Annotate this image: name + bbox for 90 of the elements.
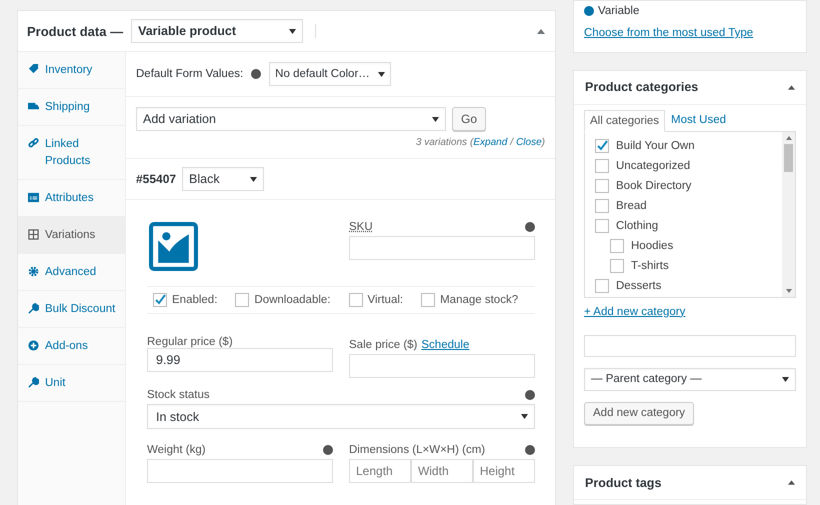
expand-link[interactable]: Expand [473, 137, 508, 148]
checkbox-label: Virtual: [368, 294, 404, 306]
color-select[interactable]: Black [182, 167, 264, 191]
category-label: Clothing [616, 220, 658, 232]
link-icon [28, 138, 39, 149]
sidebar-tab[interactable]: Linked Products [18, 126, 125, 180]
checkbox-label: Enabled: [172, 294, 218, 306]
caret-icon [521, 414, 528, 419]
weight-input[interactable] [147, 459, 333, 483]
dimension-input[interactable]: Width [410, 459, 473, 483]
field-label: Weight (kg) [147, 444, 206, 456]
field-label: Stock status [147, 389, 210, 401]
caret-icon [782, 376, 789, 382]
checkbox[interactable] [153, 293, 167, 307]
category-label: Uncategorized [616, 160, 690, 172]
category-tab[interactable]: Most Used [665, 108, 732, 131]
category-label: Book Directory [616, 180, 692, 192]
add-category-button[interactable]: Add new category [584, 402, 694, 425]
sidebar-tab[interactable]: Advanced [18, 254, 125, 291]
add-category-link[interactable]: + Add new category [584, 306, 686, 318]
field-label: Sale price ($) [349, 339, 418, 351]
caret-icon [432, 116, 439, 122]
checkbox[interactable] [421, 293, 436, 307]
caret-icon [378, 72, 386, 76]
sidebar-tab[interactable]: Add-ons [18, 328, 125, 365]
tag-icon [28, 64, 39, 75]
checkbox[interactable] [610, 238, 624, 253]
sale-price-input[interactable] [349, 354, 535, 378]
category-name-input[interactable] [584, 334, 796, 357]
checkbox-label: Manage stock? [440, 294, 518, 306]
caret-icon [289, 28, 296, 34]
radio-label: Variable [598, 5, 640, 17]
paren-text: ) [542, 137, 545, 148]
category-label: Desserts [616, 280, 662, 292]
sku-input[interactable] [349, 236, 535, 260]
gear-icon [28, 266, 39, 277]
dimension-input[interactable]: Height [472, 459, 535, 483]
field-label: Regular price ($) [147, 336, 234, 348]
checkbox[interactable] [595, 278, 609, 293]
checkbox[interactable] [595, 138, 609, 153]
category-label: Hoodies [631, 240, 674, 252]
default-color-select[interactable]: No default Color… [269, 62, 392, 86]
scrollbar[interactable] [782, 132, 795, 297]
table-icon [28, 192, 39, 203]
truck-icon [28, 101, 39, 112]
radio-icon[interactable] [584, 6, 594, 16]
close-link[interactable]: Close [516, 137, 542, 148]
checkbox[interactable] [595, 158, 609, 173]
checkbox[interactable] [595, 178, 609, 193]
sidebar-tab[interactable]: Shipping [18, 89, 125, 126]
stock-status-select[interactable]: In stock [147, 404, 535, 429]
checkbox[interactable] [595, 198, 609, 213]
sidebar-tab[interactable]: Bulk Discount [18, 291, 125, 328]
panel-title: Product data — [27, 24, 124, 38]
category-label: Build Your Own [616, 140, 695, 152]
sidebar-tab[interactable]: Unit [18, 365, 125, 402]
plus-circle-icon [28, 340, 39, 351]
dimension-input[interactable]: Length [349, 459, 411, 483]
field-label: Default Form Values: [136, 68, 244, 80]
image-placeholder-icon[interactable] [149, 222, 198, 271]
field-label: Dimensions (L×W×H) (cm) [349, 444, 486, 456]
caret-icon [250, 176, 258, 182]
checkbox[interactable] [595, 218, 609, 233]
category-label: T-shirts [631, 260, 669, 272]
grid-icon [28, 229, 39, 240]
collapse-icon[interactable] [788, 480, 795, 486]
checkbox-label: Downloadable: [254, 294, 330, 306]
paren-text: ( [469, 137, 474, 148]
variation-id: #55407 [136, 172, 176, 186]
variations-count: 3 variations [416, 137, 468, 148]
schedule-link[interactable]: Schedule [421, 339, 470, 351]
card-title: Product tags [585, 476, 662, 490]
collapse-icon[interactable] [788, 84, 795, 90]
parent-category-select[interactable]: — Parent category — [584, 368, 796, 391]
checkbox[interactable] [235, 293, 250, 307]
product-type-select[interactable]: Variable product [131, 19, 304, 43]
collapse-icon[interactable] [537, 28, 545, 34]
regular-price-input[interactable]: 9.99 [147, 348, 333, 372]
separator-text: / [508, 137, 515, 148]
sidebar-tab[interactable]: Variations [18, 217, 125, 254]
checkbox[interactable] [610, 258, 624, 273]
checkbox[interactable] [348, 293, 362, 307]
category-tab[interactable]: All categories [584, 110, 666, 132]
add-variation-select[interactable]: Add variation [136, 107, 446, 131]
go-button[interactable]: Go [452, 107, 486, 131]
sidebar-tab[interactable]: Inventory [18, 52, 125, 89]
card-title: Product categories [585, 80, 698, 94]
field-label: SKU [349, 221, 373, 233]
category-label: Bread [616, 200, 647, 212]
most-used-link[interactable]: Choose from the most used Type [584, 27, 754, 39]
